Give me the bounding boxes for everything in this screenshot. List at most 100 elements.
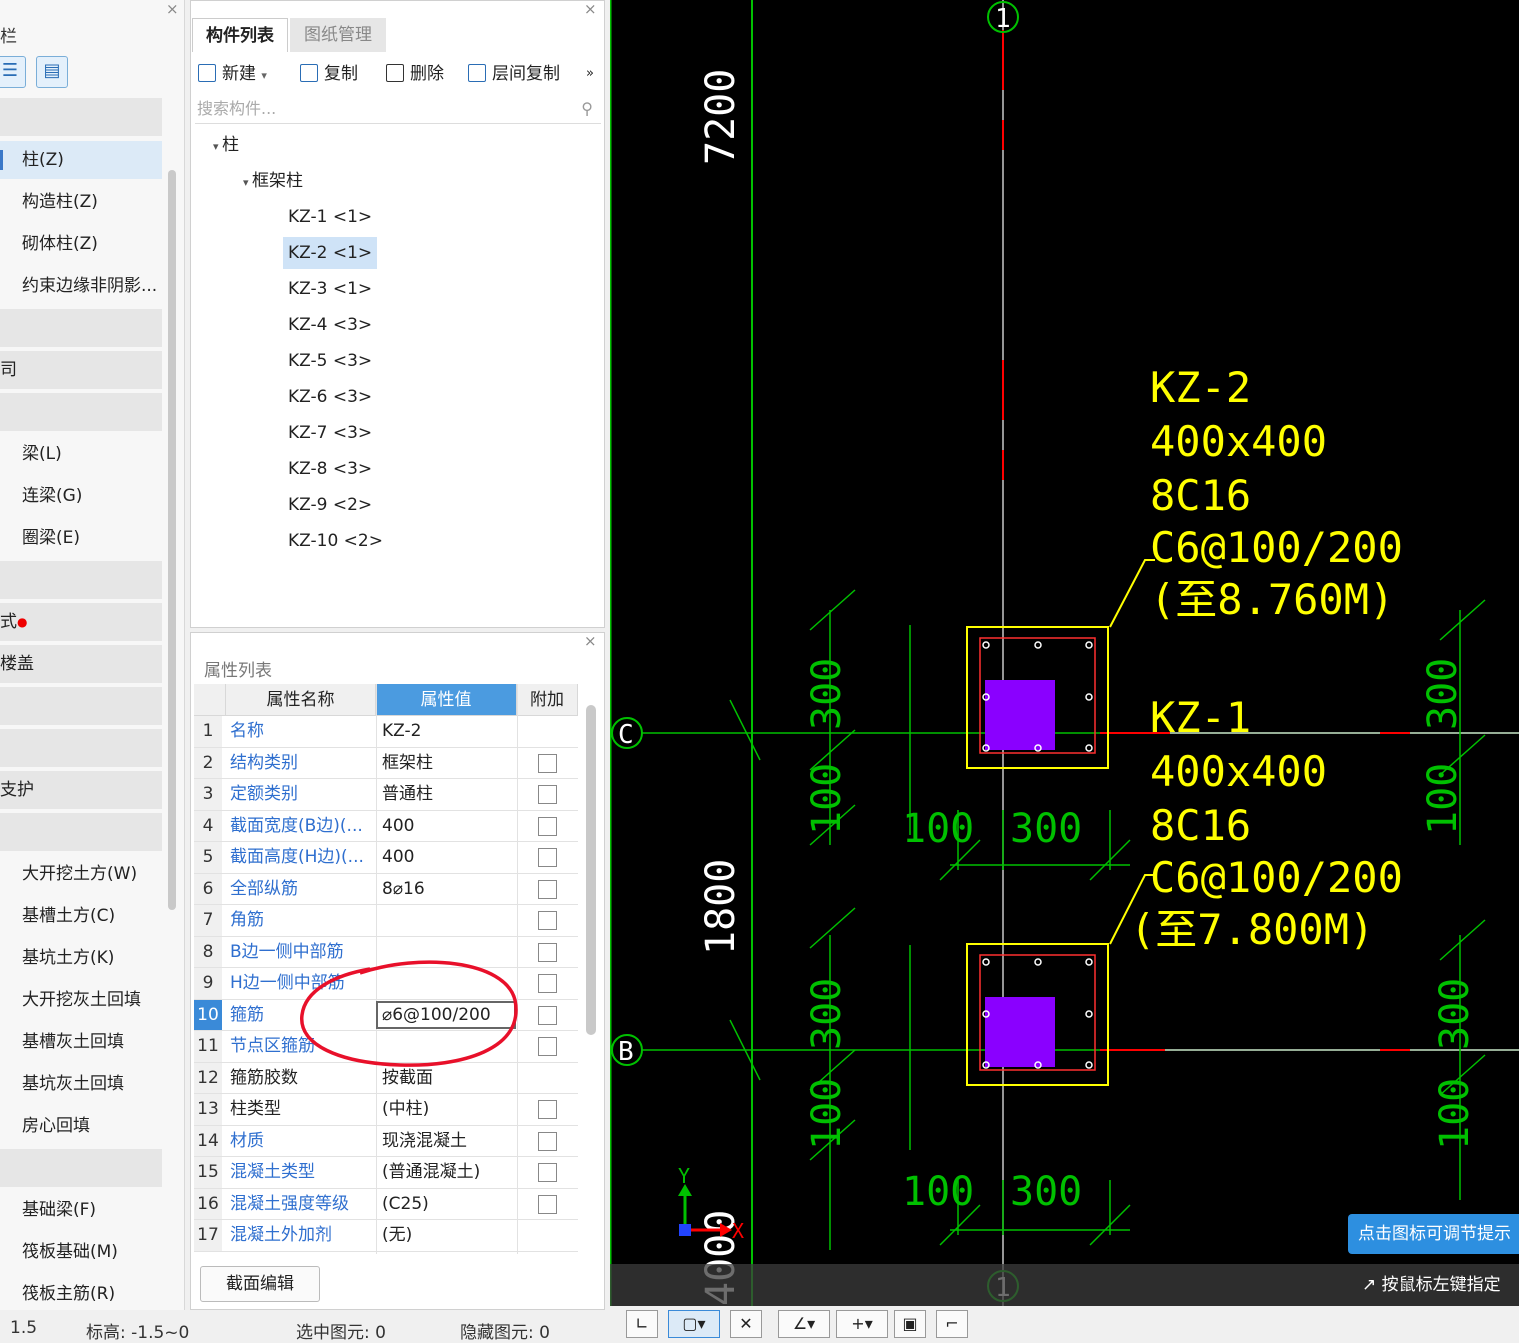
property-value[interactable]: 框架柱: [382, 748, 518, 778]
property-name[interactable]: 全部纵筋: [230, 874, 370, 904]
property-name[interactable]: 混凝土外加剂: [230, 1220, 370, 1250]
nav-item[interactable]: 基础梁(F): [0, 1191, 162, 1229]
property-row[interactable]: 7 角筋: [194, 905, 578, 937]
property-value[interactable]: 8⌀16: [382, 874, 518, 904]
detail-view-icon[interactable]: ▤: [36, 56, 68, 88]
tree-item[interactable]: KZ-4 <3>: [283, 309, 377, 341]
extra-checkbox[interactable]: [538, 816, 557, 836]
nav-item[interactable]: 基坑土方(K): [0, 939, 162, 977]
tree-item[interactable]: KZ-1 <1>: [283, 201, 377, 233]
floor-copy-button[interactable]: 层间复制: [468, 60, 560, 88]
property-row[interactable]: 2 结构类别 框架柱: [194, 747, 578, 779]
property-row[interactable]: 17 混凝土外加剂 (无): [194, 1220, 578, 1252]
nav-item[interactable]: 大开挖灰土回填: [0, 981, 162, 1019]
property-name[interactable]: 名称: [230, 716, 370, 746]
nav-group-header[interactable]: [0, 813, 162, 851]
property-name[interactable]: 定额类别: [230, 779, 370, 809]
nav-close-button[interactable]: ×: [166, 0, 179, 18]
property-row[interactable]: 15 混凝土类型 (普通混凝土): [194, 1157, 578, 1189]
cad-canvas[interactable]: 7200 1800 4000 300 100 300 100 300 100 3…: [610, 0, 1519, 1306]
property-value[interactable]: 普通柱: [382, 779, 518, 809]
section-edit-button[interactable]: 截面编辑: [200, 1266, 320, 1302]
property-value[interactable]: 现浇混凝土: [382, 1126, 518, 1156]
tab-component-list[interactable]: 构件列表: [192, 18, 288, 52]
extra-checkbox[interactable]: [538, 1163, 557, 1182]
extra-checkbox[interactable]: [538, 848, 557, 867]
nav-group-header[interactable]: 式●: [0, 603, 162, 641]
copy-button[interactable]: 复制: [300, 60, 358, 88]
extra-checkbox[interactable]: [538, 1194, 557, 1214]
property-row[interactable]: 6 全部纵筋 8⌀16: [194, 873, 578, 905]
tree-item[interactable]: KZ-10 <2>: [283, 525, 388, 557]
nav-group-header[interactable]: [0, 729, 162, 767]
snap-icon[interactable]: +▾: [836, 1310, 888, 1338]
tree-item[interactable]: KZ-5 <3>: [283, 345, 377, 377]
search-input[interactable]: 搜索构件... ⚲: [195, 96, 601, 124]
nav-group-header[interactable]: 司: [0, 351, 162, 389]
nav-group-header[interactable]: [0, 393, 162, 431]
nav-group-header[interactable]: [0, 561, 162, 599]
property-name[interactable]: 角筋: [230, 905, 370, 935]
nav-item[interactable]: 砌体柱(Z): [0, 225, 162, 263]
property-value[interactable]: 400: [382, 811, 518, 841]
ortho-icon[interactable]: ∟: [626, 1310, 658, 1338]
property-name[interactable]: 柱类型: [230, 1094, 370, 1124]
nav-item[interactable]: 基槽灰土回填: [0, 1023, 162, 1061]
property-row[interactable]: 14 材质 现浇混凝土: [194, 1125, 578, 1157]
tree-item[interactable]: KZ-9 <2>: [283, 489, 377, 521]
nav-item[interactable]: 柱(Z): [0, 141, 162, 179]
nav-item[interactable]: 基坑灰土回填: [0, 1065, 162, 1103]
extra-checkbox[interactable]: [538, 1131, 557, 1151]
nav-item[interactable]: 圈梁(E): [0, 519, 162, 557]
tree-group[interactable]: ▾ 框架柱: [238, 165, 308, 197]
nav-item[interactable]: 大开挖土方(W): [0, 855, 162, 893]
cad-drawing[interactable]: 7200 1800 4000 300 100 300 100 300 100 3…: [610, 0, 1519, 1306]
property-row[interactable]: 4 截面宽度(B边)(... 400: [194, 810, 578, 842]
tip-banner[interactable]: 点击图标可调节提示: [1348, 1214, 1519, 1254]
property-name[interactable]: 材质: [230, 1126, 370, 1156]
extra-checkbox[interactable]: [538, 753, 557, 773]
angle-icon[interactable]: ∠▾: [778, 1310, 830, 1338]
property-row[interactable]: 3 定额类别 普通柱: [194, 779, 578, 811]
nav-group-header[interactable]: [0, 687, 162, 725]
property-row[interactable]: 1 名称 KZ-2: [194, 716, 578, 748]
nav-item[interactable]: 约束边缘非阴影...: [0, 267, 162, 305]
nav-item[interactable]: 梁(L): [0, 435, 162, 473]
extra-checkbox[interactable]: [538, 1100, 557, 1119]
nav-item[interactable]: 连梁(G): [0, 477, 162, 515]
property-scrollbar[interactable]: [586, 705, 596, 1035]
extra-checkbox[interactable]: [538, 974, 557, 993]
delete-button[interactable]: 删除: [386, 60, 444, 88]
property-value[interactable]: (C25): [382, 1189, 518, 1219]
prop-name-header[interactable]: 属性名称: [226, 684, 376, 716]
nav-item[interactable]: 筏板主筋(R): [0, 1275, 162, 1310]
extra-checkbox[interactable]: [538, 911, 557, 930]
property-value[interactable]: (普通混凝土): [382, 1157, 518, 1187]
nav-group-header[interactable]: [0, 98, 162, 136]
tree-root[interactable]: ▾ 柱: [208, 129, 244, 161]
tree-item[interactable]: KZ-8 <3>: [283, 453, 377, 485]
select-rect-icon[interactable]: ▢▾: [668, 1310, 720, 1338]
property-name[interactable]: 混凝土强度等级: [230, 1189, 370, 1219]
cross-select-icon[interactable]: ✕: [730, 1310, 762, 1338]
new-button[interactable]: 新建 ▾: [198, 60, 267, 88]
tree-item-selected[interactable]: KZ-2 <1>: [283, 237, 378, 269]
property-value[interactable]: (无): [382, 1220, 518, 1250]
tab-drawing-manage[interactable]: 图纸管理: [290, 18, 386, 52]
property-name[interactable]: 混凝土类型: [230, 1157, 370, 1187]
property-value[interactable]: (中柱): [382, 1094, 518, 1124]
nav-item[interactable]: 基槽土方(C): [0, 897, 162, 935]
curve-icon[interactable]: ⌐: [936, 1310, 968, 1338]
property-close-button[interactable]: ×: [584, 632, 597, 650]
extra-checkbox[interactable]: [538, 1037, 557, 1056]
prop-value-header[interactable]: 属性值: [376, 684, 517, 716]
tree-item[interactable]: KZ-7 <3>: [283, 417, 377, 449]
nav-item[interactable]: 筏板基础(M): [0, 1233, 162, 1271]
property-name[interactable]: 截面高度(H边)(...: [230, 842, 370, 872]
search-icon[interactable]: ⚲: [581, 96, 593, 122]
nav-item[interactable]: 房心回填: [0, 1107, 162, 1145]
nav-group-header[interactable]: [0, 309, 162, 347]
property-name[interactable]: 截面宽度(B边)(...: [230, 811, 370, 841]
nav-group-header[interactable]: 楼盖: [0, 645, 162, 683]
display-icon[interactable]: ▣: [894, 1310, 926, 1338]
